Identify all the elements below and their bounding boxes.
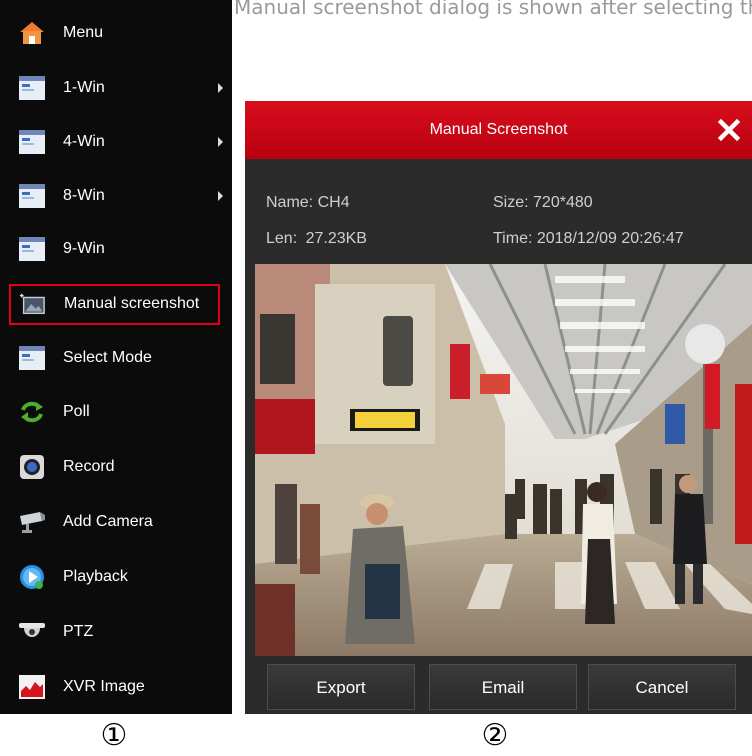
dialog-title: Manual Screenshot — [429, 121, 568, 138]
menu-item-menu[interactable]: Menu — [0, 6, 232, 60]
menu-item-label: XVR Image — [63, 678, 145, 695]
menu-item-ptz[interactable]: PTZ — [0, 605, 232, 659]
menu-item-record[interactable]: Record — [0, 440, 232, 494]
chevron-right-icon — [218, 137, 223, 147]
screenshot-preview — [255, 264, 752, 656]
menu-item-label: Add Camera — [63, 513, 153, 530]
window-icon — [18, 235, 46, 263]
menu-item-label: Playback — [63, 568, 128, 585]
menu-item-add-camera[interactable]: Add Camera — [0, 495, 232, 549]
name-info: Name: CH4 — [266, 194, 350, 212]
screenshot-image — [255, 264, 752, 656]
close-icon — [717, 118, 741, 142]
menu-item-8-win[interactable]: 8-Win — [0, 169, 232, 223]
window-icon — [18, 74, 46, 102]
export-button[interactable]: Export — [267, 664, 415, 710]
size-info: Size: 720*480 — [493, 194, 593, 212]
name-label: Name: — [266, 194, 314, 211]
manual-screenshot-dialog: Manual Screenshot Name: CH4 Size: 720*48… — [245, 101, 752, 714]
time-label: Time: — [493, 230, 533, 247]
caption-number-1: ① — [100, 718, 128, 753]
menu-item-label: 1-Win — [63, 79, 105, 96]
menu-item-label: Record — [63, 458, 115, 475]
menu-item-label: Select Mode — [63, 349, 152, 366]
menu-item-4-win[interactable]: 4-Win — [0, 115, 232, 169]
name-value: CH4 — [317, 194, 350, 211]
menu-item-manual-screenshot[interactable]: Manual screenshot — [0, 284, 232, 325]
menu-item-1-win[interactable]: 1-Win — [0, 61, 232, 115]
size-value: 720*480 — [533, 194, 593, 211]
menu-item-label: Manual screenshot — [64, 295, 200, 312]
menu-item-label: 8-Win — [63, 187, 105, 204]
menu-item-label: 9-Win — [63, 240, 105, 257]
screenshot-icon — [18, 290, 46, 318]
menu-item-label: PTZ — [63, 623, 94, 640]
close-button[interactable] — [712, 113, 746, 147]
len-info: Len: 27.23KB — [266, 230, 367, 248]
top-caption: Manual screenshot dialog is shown after … — [234, 0, 752, 19]
menu-item-label: 4-Win — [63, 133, 105, 150]
caption-number-2: ② — [481, 718, 509, 753]
record-icon — [18, 453, 46, 481]
len-value: 27.23KB — [305, 230, 367, 247]
menu-item-9-win[interactable]: 9-Win — [0, 222, 232, 276]
size-label: Size: — [493, 194, 529, 211]
cancel-button[interactable]: Cancel — [588, 664, 736, 710]
menu-item-label: Poll — [63, 403, 90, 420]
refresh-icon — [18, 398, 46, 426]
window-icon — [18, 344, 46, 372]
dome-camera-icon — [18, 618, 46, 646]
menu-item-playback[interactable]: Playback — [0, 550, 232, 604]
menu-item-poll[interactable]: Poll — [0, 385, 232, 439]
chevron-right-icon — [218, 83, 223, 93]
home-icon — [18, 19, 46, 47]
menu-item-label: Menu — [63, 24, 104, 41]
len-label: Len: — [266, 230, 298, 247]
email-button[interactable]: Email — [429, 664, 577, 710]
context-menu: Menu 1-Win 4-Win 8-Win 9-Win Manual scre — [0, 0, 232, 714]
menu-item-select-mode[interactable]: Select Mode — [0, 331, 232, 385]
chart-icon — [18, 673, 46, 701]
chevron-right-icon — [218, 191, 223, 201]
menu-item-xvr-image[interactable]: XVR Image — [0, 660, 232, 714]
play-icon — [18, 563, 46, 591]
time-info: Time: 2018/12/09 20:26:47 — [493, 230, 684, 248]
camera-icon — [18, 508, 46, 536]
window-icon — [18, 128, 46, 156]
dialog-header: Manual Screenshot — [245, 101, 752, 159]
window-icon — [18, 182, 46, 210]
time-value: 2018/12/09 20:26:47 — [536, 230, 684, 247]
